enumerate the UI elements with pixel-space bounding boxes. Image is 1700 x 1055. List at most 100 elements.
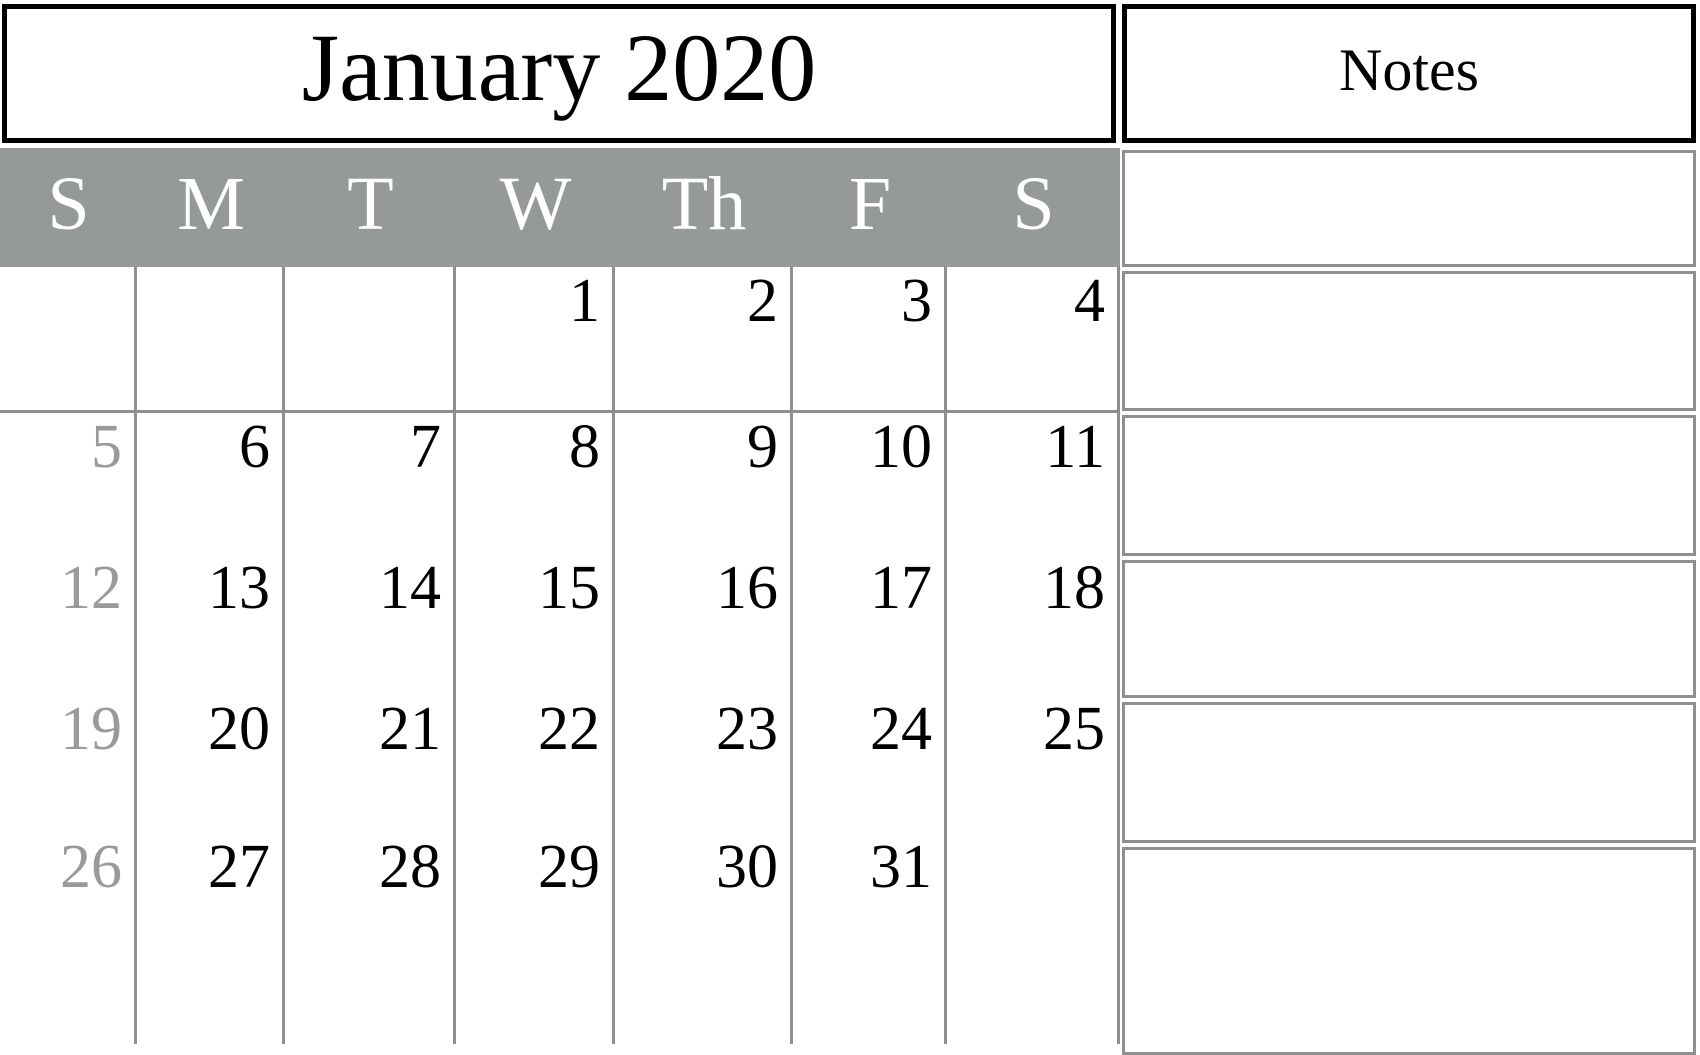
calendar-week-row: 12 13 14 15 16 17 18 [0, 551, 1120, 695]
day-cell-25[interactable]: 25 [947, 695, 1120, 833]
day-cell-1[interactable]: 1 [456, 267, 615, 410]
day-cell-7[interactable]: 7 [285, 413, 456, 554]
day-cell-21[interactable]: 21 [285, 695, 456, 833]
day-number: 31 [870, 833, 932, 901]
weekday-header-saturday: S [947, 148, 1120, 267]
weekday-header-label: S [1012, 161, 1055, 246]
day-number: 6 [239, 413, 270, 481]
day-number: 5 [91, 413, 122, 481]
calendar-page: January 2020 Notes S M T W Th F S 1 2 3 4 5 6 7 8 9 10 1… [0, 0, 1700, 1055]
day-cell-9[interactable]: 9 [615, 413, 793, 554]
weekday-header-monday: M [137, 148, 285, 267]
month-title-box: January 2020 [2, 4, 1116, 143]
day-number: 13 [208, 554, 270, 622]
day-cell-30[interactable]: 30 [615, 833, 793, 1044]
note-box-6[interactable] [1122, 847, 1696, 1055]
day-cell-3[interactable]: 3 [793, 267, 947, 410]
weekday-header-wednesday: W [456, 148, 615, 267]
note-box-3[interactable] [1122, 415, 1696, 556]
day-cell-17[interactable]: 17 [793, 554, 947, 695]
day-cell-27[interactable]: 27 [137, 833, 285, 1044]
day-cell-5[interactable]: 5 [0, 413, 137, 554]
day-cell-empty[interactable] [137, 267, 285, 410]
weekday-header-label: S [47, 161, 90, 246]
day-number: 15 [538, 554, 600, 622]
day-number: 23 [716, 695, 778, 763]
day-cell-empty[interactable] [947, 833, 1120, 1044]
day-number: 20 [208, 695, 270, 763]
day-number: 30 [716, 833, 778, 901]
day-cell-empty[interactable] [285, 267, 456, 410]
day-number: 29 [538, 833, 600, 901]
weekday-header-label: F [848, 161, 892, 246]
day-number: 2 [747, 267, 778, 335]
day-cell-31[interactable]: 31 [793, 833, 947, 1044]
weekday-header-tuesday: T [285, 148, 456, 267]
day-cell-29[interactable]: 29 [456, 833, 615, 1044]
day-cell-12[interactable]: 12 [0, 554, 137, 695]
calendar-week-row: 1 2 3 4 [0, 267, 1120, 410]
day-cell-4[interactable]: 4 [947, 267, 1120, 410]
day-number: 16 [716, 554, 778, 622]
day-number: 24 [870, 695, 932, 763]
day-number: 12 [60, 554, 122, 622]
day-cell-19[interactable]: 19 [0, 695, 137, 833]
weekday-header-label: Th [661, 161, 747, 246]
day-number: 19 [60, 695, 122, 763]
weekday-header-row: S M T W Th F S [0, 148, 1120, 267]
note-box-2[interactable] [1122, 271, 1696, 411]
day-cell-15[interactable]: 15 [456, 554, 615, 695]
day-cell-13[interactable]: 13 [137, 554, 285, 695]
calendar-week-row: 19 20 21 22 23 24 25 [0, 692, 1120, 833]
day-cell-6[interactable]: 6 [137, 413, 285, 554]
weekday-header-friday: F [793, 148, 947, 267]
note-box-5[interactable] [1122, 702, 1696, 843]
day-cell-empty[interactable] [0, 267, 137, 410]
day-number: 9 [747, 413, 778, 481]
page-title: January 2020 [301, 13, 817, 121]
weekday-header-label: W [499, 161, 572, 246]
day-number: 21 [379, 695, 441, 763]
notes-title-box: Notes [1122, 4, 1696, 143]
notes-panel [1122, 150, 1700, 1055]
day-number: 27 [208, 833, 270, 901]
calendar-grid: 1 2 3 4 5 6 7 8 9 10 11 12 13 14 15 16 17 18 19 20 21 22 23 24 2… [0, 267, 1120, 1044]
day-number: 8 [569, 413, 600, 481]
day-cell-8[interactable]: 8 [456, 413, 615, 554]
day-number: 11 [1045, 413, 1105, 481]
notes-heading: Notes [1339, 36, 1479, 103]
day-number: 17 [870, 554, 932, 622]
day-number: 1 [569, 267, 600, 335]
note-box-1[interactable] [1122, 150, 1696, 267]
calendar-week-row: 5 6 7 8 9 10 11 [0, 410, 1120, 554]
day-cell-28[interactable]: 28 [285, 833, 456, 1044]
weekday-header-label: T [347, 161, 394, 246]
day-cell-11[interactable]: 11 [947, 413, 1120, 554]
day-number: 4 [1074, 267, 1105, 335]
day-cell-18[interactable]: 18 [947, 554, 1120, 695]
note-box-4[interactable] [1122, 560, 1696, 698]
day-number: 14 [379, 554, 441, 622]
day-number: 26 [60, 833, 122, 901]
weekday-header-sunday: S [0, 148, 137, 267]
day-number: 25 [1043, 695, 1105, 763]
day-number: 18 [1043, 554, 1105, 622]
weekday-header-thursday: Th [615, 148, 793, 267]
day-number: 10 [870, 413, 932, 481]
day-number: 22 [538, 695, 600, 763]
day-cell-16[interactable]: 16 [615, 554, 793, 695]
day-cell-2[interactable]: 2 [615, 267, 793, 410]
day-cell-24[interactable]: 24 [793, 695, 947, 833]
day-cell-20[interactable]: 20 [137, 695, 285, 833]
day-cell-23[interactable]: 23 [615, 695, 793, 833]
day-cell-22[interactable]: 22 [456, 695, 615, 833]
day-number: 28 [379, 833, 441, 901]
day-number: 3 [901, 267, 932, 335]
weekday-header-label: M [177, 161, 245, 246]
title-row: January 2020 Notes [0, 0, 1700, 148]
calendar-week-row: 26 27 28 29 30 31 [0, 830, 1120, 1044]
day-cell-26[interactable]: 26 [0, 833, 137, 1044]
day-number: 7 [410, 413, 441, 481]
day-cell-10[interactable]: 10 [793, 413, 947, 554]
day-cell-14[interactable]: 14 [285, 554, 456, 695]
